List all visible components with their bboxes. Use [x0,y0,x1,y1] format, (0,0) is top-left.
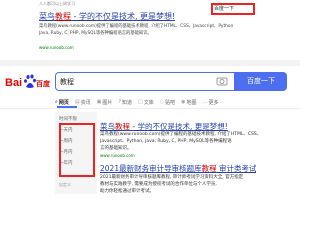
map-icon: ◉ [181,99,186,105]
time-filter-custom[interactable]: 自定义 [59,182,71,188]
tab-label: 网页 [58,99,69,106]
search-icon: ⌕ [55,99,58,105]
result-desc-line3: 助力你轻松通过审计考试。 [100,189,154,194]
top-title-rest: - 学的不仅是技术, 更是梦想! [71,12,176,21]
result-title-highlight: 教程 [115,122,130,131]
tab-6[interactable]: ◉ 地图 [181,97,196,107]
more-icon: … [202,99,208,105]
svg-text:百度: 百度 [36,79,51,88]
search-input[interactable] [55,72,235,91]
result-title-prefix: 菜鸟 [100,122,115,131]
tab-label: 文库 [143,99,154,106]
tab-4[interactable]: □ 文库 [138,97,154,107]
result-title-prefix: 2021最新财务审计导审核题库 [100,164,202,173]
tabs-divider [0,108,300,109]
top-snippet-text: 人人都可以上网学习 [39,1,75,6]
time-filter-header[interactable]: 时间不限 [59,116,77,122]
top-box-label: 百度一下 [214,6,235,12]
tab-label: 图片 [102,99,113,106]
tab-label: 知道 [121,99,132,106]
result-title-rest: - 学的不仅是技术, 更是梦想! [130,122,228,131]
result-desc-line1: 2021最新财务审计导审核题库教程, 审计师考试学习资料大全, 官方指定 [100,175,244,180]
result-desc-line1: 菜鸟教程(www.runoob.com)提供了编程的基础技术教程, 介绍了HTM… [100,132,262,137]
forum-icon: ◌ [159,99,165,105]
result-title-highlight: 教程 [201,164,217,173]
question-icon: ? [118,99,121,105]
search-tabs: ⌕ 网页 ▤ 资讯 ▣ 图片? 知道 □ 文库 ◌ 贴吧 ◉ 地图… 更多 [55,97,219,107]
search-input-value: 教程 [60,78,74,86]
top-result-url[interactable]: www.runoob.com [39,45,74,50]
tab-label: 地图 [186,99,197,106]
tab-2[interactable]: ▣ 图片 [97,97,113,107]
camera-icon[interactable] [216,76,228,86]
result-desc-line2: 教材与实践教学, 需要成为授权考试的合作单位与个人学员, [100,182,217,187]
result-url[interactable]: www.runoob.com [100,153,135,158]
tab-1[interactable]: ▤ 资讯 [75,97,91,107]
tab-label: 贴吧 [165,99,176,106]
top-title-prefix: 菜鸟 [39,12,55,21]
result-desc-line3: 言的基础知识。 [100,146,132,151]
paw-logo-icon: Bai 百度 [5,74,51,89]
document-icon: □ [138,99,143,105]
svg-text:Bai: Bai [5,77,22,89]
result-title-rest: 审计类考试 [216,164,257,173]
top-result-title-link[interactable]: 菜鸟教程 - 学的不仅是技术, 更是梦想! [39,11,175,22]
tab-label: 更多 [208,99,219,106]
tab-3[interactable]: ? 知道 [118,97,132,107]
top-title-highlight: 教程 [55,12,71,21]
image-icon: ▣ [96,99,102,105]
tab-7[interactable]: … 更多 [203,97,219,107]
section-separator [0,60,300,66]
result-desc-line2: Javascript、Python, Java, Ruby, C, PHP, M… [100,139,232,144]
top-result-desc-line2: Java, Ruby, C, PHP, MySQL等各种编程语言的基础知识。 [39,31,152,36]
annotation-box-filter [59,123,95,177]
news-icon: ▤ [74,99,80,105]
search-button[interactable]: 百度一下 [235,72,287,91]
tab-5[interactable]: ◌ 贴吧 [160,97,175,107]
tab-label: 资讯 [80,99,91,106]
baidu-logo[interactable]: Bai 百度 [5,72,51,92]
top-result-desc-line1: 菜鸟教程(www.runoob.com)提供了编程的基础技术教程, 介绍了HTM… [39,24,234,29]
result-title-link[interactable]: 2021最新财务审计导审核题库教程 审计类考试 [100,163,256,174]
